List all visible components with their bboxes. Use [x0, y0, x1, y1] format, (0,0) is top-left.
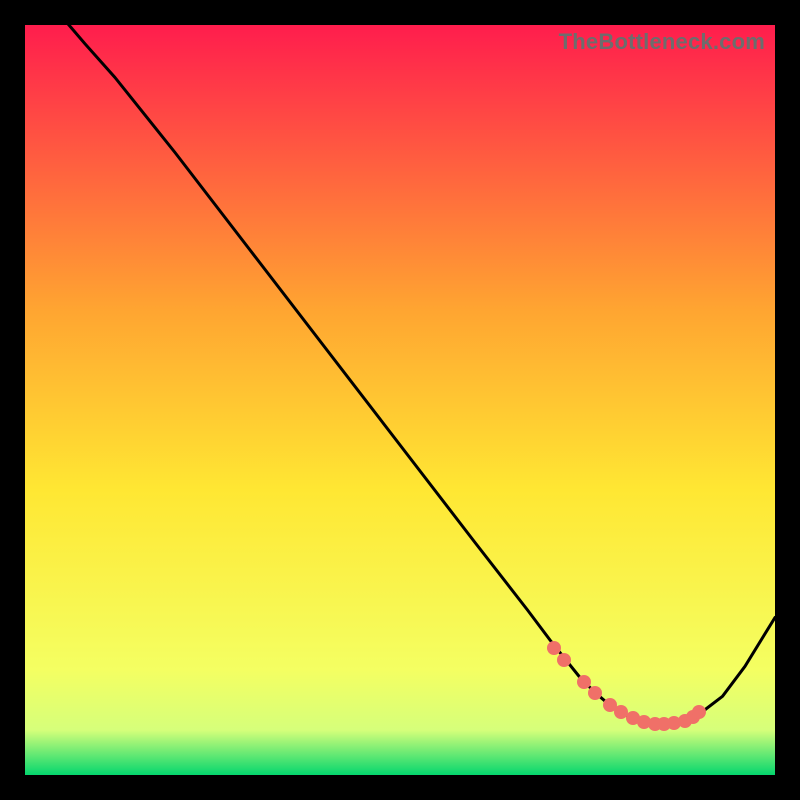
chart-outer-frame: TheBottleneck.com	[0, 0, 800, 800]
highlight-dot	[577, 675, 591, 689]
chart-plot-area: TheBottleneck.com	[25, 25, 775, 775]
highlight-dot	[692, 705, 706, 719]
highlight-dot	[588, 686, 602, 700]
gradient-background	[25, 25, 775, 775]
highlight-dot	[557, 653, 571, 667]
highlight-dot	[547, 641, 561, 655]
watermark-text: TheBottleneck.com	[559, 29, 765, 55]
chart-svg	[25, 25, 775, 775]
